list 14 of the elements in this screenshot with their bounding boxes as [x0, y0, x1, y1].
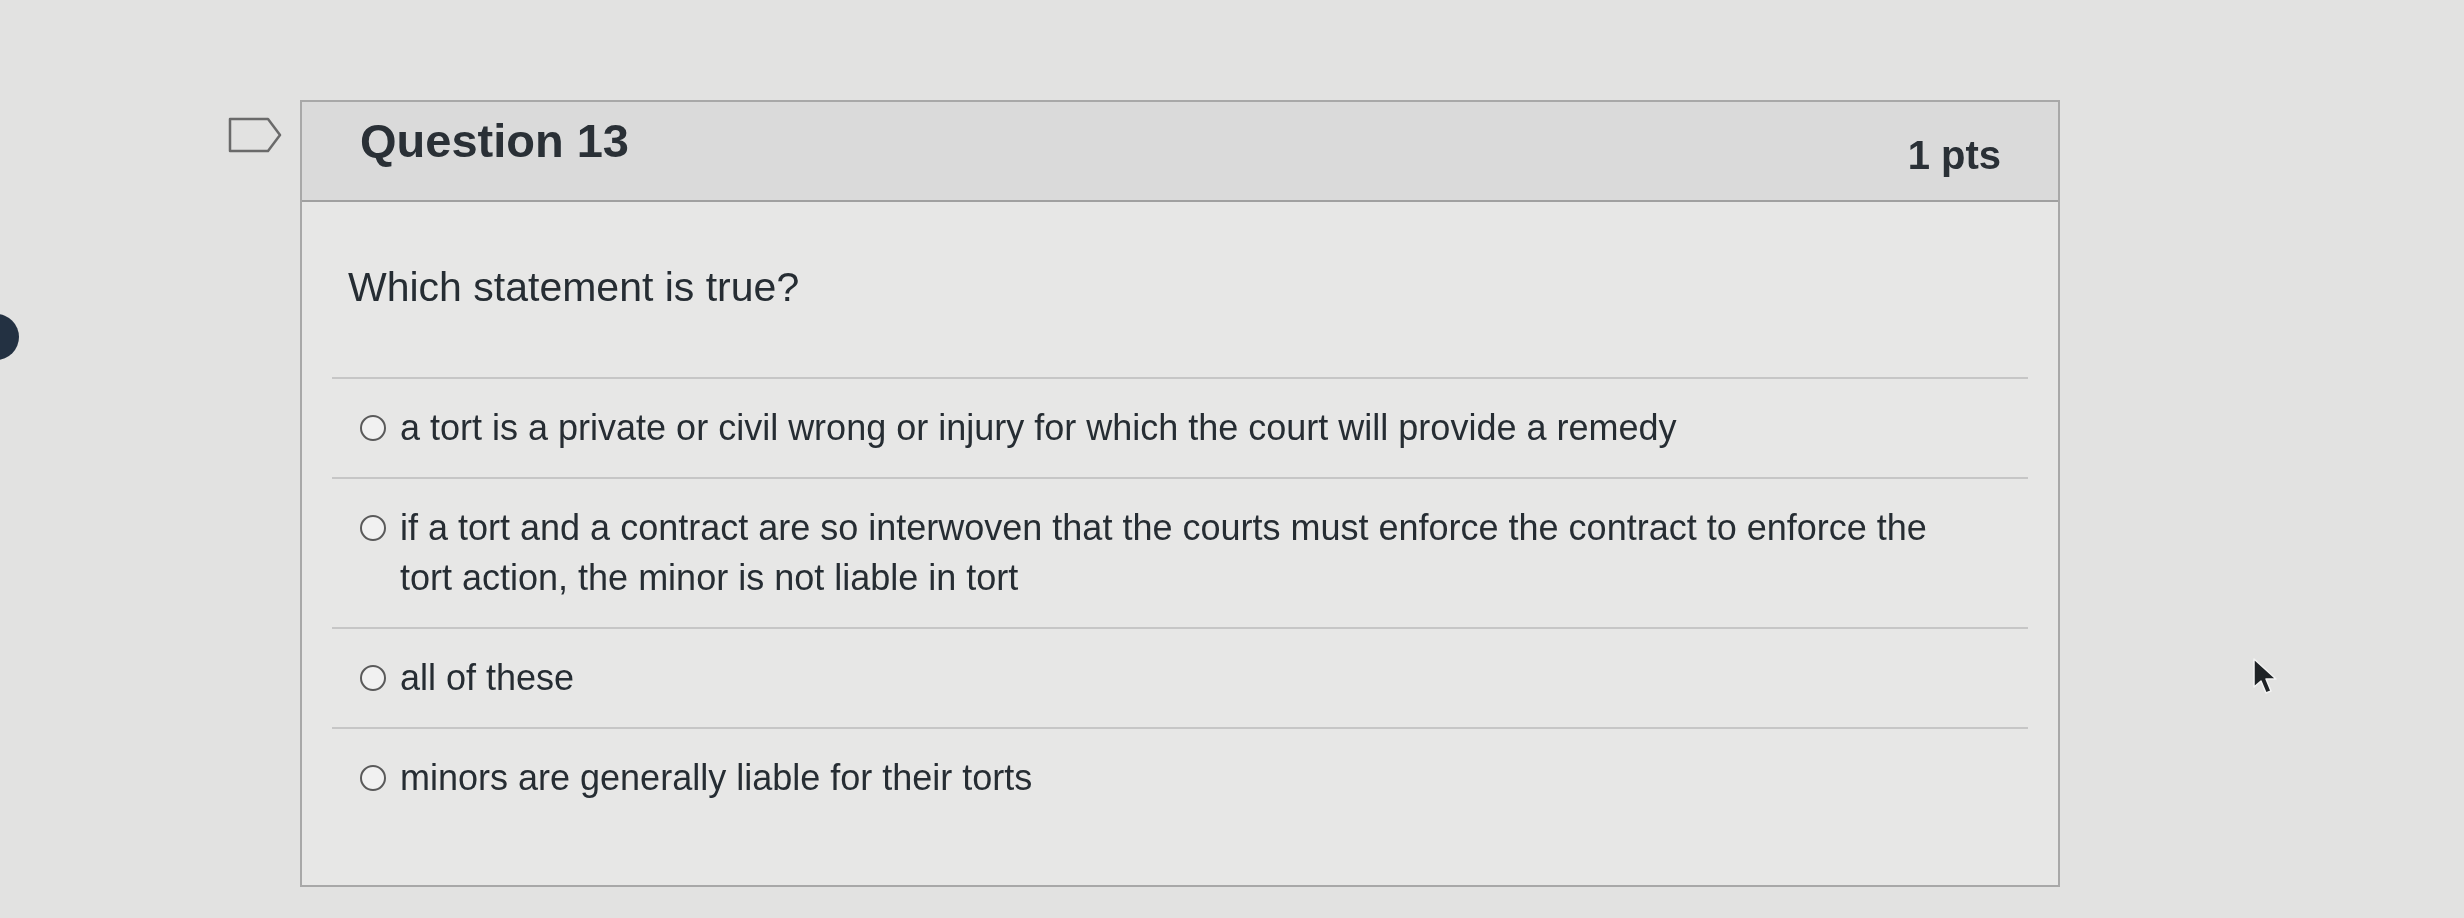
- question-title: Question 13: [360, 113, 629, 169]
- answer-text[interactable]: all of these: [400, 653, 575, 703]
- tag-icon[interactable]: [228, 117, 282, 153]
- radio-button[interactable]: [360, 415, 386, 441]
- mouse-pointer-icon: [2252, 657, 2278, 695]
- answer-text[interactable]: a tort is a private or civil wrong or injury for which the court will provide a remedy: [400, 403, 1677, 453]
- round-badge-icon[interactable]: [0, 314, 20, 360]
- question-prompt: Which statement is true?: [348, 263, 800, 312]
- radio-button[interactable]: [360, 515, 386, 541]
- points-label: 1 pts: [1907, 132, 2001, 179]
- answer-text[interactable]: minors are generally liable for their torts: [400, 753, 1033, 803]
- answer-text[interactable]: if a tort and a contract are so interwoven that the courts must enforce the contract to enforce the tort action, the minor is not liable in tort: [400, 503, 1955, 603]
- radio-button[interactable]: [360, 665, 386, 691]
- radio-button[interactable]: [360, 765, 386, 791]
